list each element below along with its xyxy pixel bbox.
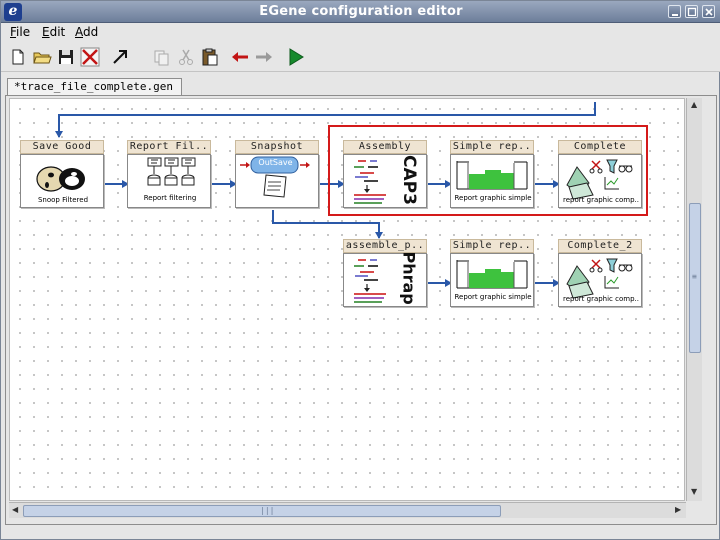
edge-snapshot-to-assemble-p xyxy=(272,210,383,239)
minimize-icon xyxy=(672,14,678,16)
back-arrow-icon xyxy=(232,52,248,62)
paste-icon xyxy=(202,48,218,66)
forward-button[interactable] xyxy=(253,46,275,68)
menu-bar: File Edit Add xyxy=(1,23,720,42)
minimize-button[interactable] xyxy=(668,5,681,18)
node-report-filtering-label: Report Fil.. xyxy=(127,140,211,154)
node-simple-rep-1-caption: Report graphic simple xyxy=(454,194,532,202)
save-button[interactable] xyxy=(55,46,77,68)
window-title: EGene configuration editor xyxy=(259,4,463,19)
menu-file[interactable]: File xyxy=(10,25,30,39)
run-icon xyxy=(289,48,304,66)
assemble-p-side-text: Phrap xyxy=(399,251,419,305)
node-simple-rep-1-body: Report graphic simple xyxy=(450,154,534,208)
title-bar[interactable]: e EGene configuration editor xyxy=(1,1,720,23)
node-complete-2-caption: report graphic comp.. xyxy=(563,295,639,303)
node-complete-2-body: report graphic comp.. xyxy=(558,253,642,307)
cut-button[interactable] xyxy=(175,46,197,68)
menu-add-rest: dd xyxy=(83,25,99,39)
run-button[interactable] xyxy=(285,46,307,68)
node-report-filtering[interactable]: Report Fil.. Report filtering xyxy=(127,140,211,210)
node-assemble-p-body: Phrap xyxy=(343,251,427,307)
node-simple-rep-2-label: Simple rep.. xyxy=(450,239,534,253)
node-assembly-body: CAP3 xyxy=(343,154,427,208)
connect-button[interactable] xyxy=(109,46,131,68)
delete-icon xyxy=(80,47,100,67)
node-simple-rep-2[interactable]: Simple rep.. Report graphic simple xyxy=(450,239,534,309)
cut-icon xyxy=(179,49,193,65)
node-assemble-p[interactable]: assemble_p.. Phrap xyxy=(343,239,427,309)
node-save-good-label: Save Good xyxy=(20,140,104,154)
grip-icon: ≡ xyxy=(692,272,697,281)
close-icon xyxy=(705,8,713,16)
node-snapshot-label: Snapshot xyxy=(235,140,319,154)
workflow-canvas[interactable]: Save Good Snoop Filtered Report Fil.. Re… xyxy=(9,98,685,501)
node-complete-2-label: Complete_2 xyxy=(558,239,642,253)
tab-trace-file[interactable]: *trace_file_complete.gen xyxy=(7,78,182,96)
scroll-left-icon[interactable]: ◀ xyxy=(12,505,18,514)
forward-arrow-icon xyxy=(256,52,272,62)
menu-add[interactable]: Add xyxy=(75,25,98,39)
node-assembly[interactable]: Assembly CAP3 xyxy=(343,140,427,210)
horizontal-scroll-thumb[interactable]: ||| xyxy=(23,505,501,517)
snapshot-badge: OutSave xyxy=(258,158,293,167)
node-snapshot[interactable]: Snapshot OutSave xyxy=(235,140,319,210)
node-save-good[interactable]: Save Good Snoop Filtered xyxy=(20,140,104,210)
node-simple-rep-2-body: Report graphic simple xyxy=(450,253,534,307)
paste-button[interactable] xyxy=(199,46,221,68)
vertical-scrollbar[interactable]: ▲ ≡ ▼ xyxy=(686,98,702,501)
node-report-filtering-caption: Report filtering xyxy=(143,194,197,202)
delete-button[interactable] xyxy=(79,46,101,68)
node-complete-2[interactable]: Complete_2 report graphic comp.. xyxy=(558,239,642,309)
node-simple-rep-2-caption: Report graphic simple xyxy=(454,293,532,301)
menu-edit-rest: dit xyxy=(49,25,66,39)
assembly-side-text: CAP3 xyxy=(399,155,419,205)
close-button[interactable] xyxy=(702,5,715,18)
node-save-good-body: Snoop Filtered xyxy=(20,154,104,208)
new-file-button[interactable] xyxy=(7,46,29,68)
connect-arrow-icon xyxy=(113,50,127,64)
copy-icon xyxy=(154,50,169,66)
node-report-filtering-body: Report filtering xyxy=(127,154,211,208)
node-simple-rep-1-label: Simple rep.. xyxy=(450,140,534,154)
node-complete-body: report graphic comp.. xyxy=(558,154,642,208)
node-complete-caption: report graphic comp.. xyxy=(563,196,639,204)
vertical-scroll-thumb[interactable]: ≡ xyxy=(689,203,701,353)
node-complete[interactable]: Complete report graphic comp.. xyxy=(558,140,642,210)
save-icon xyxy=(59,50,73,64)
copy-button[interactable] xyxy=(151,46,173,68)
node-assembly-label: Assembly xyxy=(343,140,427,154)
toolbar xyxy=(1,42,720,72)
scroll-right-icon[interactable]: ▶ xyxy=(675,505,681,514)
menu-edit[interactable]: Edit xyxy=(42,25,65,39)
maximize-button[interactable] xyxy=(685,5,698,18)
grip-icon: ||| xyxy=(260,506,275,515)
menu-file-rest: ile xyxy=(16,25,31,39)
horizontal-scrollbar[interactable]: ◀ ||| ▶ xyxy=(9,502,686,518)
scroll-down-icon[interactable]: ▼ xyxy=(691,487,697,496)
app-window: e EGene configuration editor File Edit A… xyxy=(0,0,720,540)
open-folder-icon xyxy=(33,52,52,64)
menu-edit-mnemonic: E xyxy=(42,25,50,39)
tab-strip: *trace_file_complete.gen xyxy=(1,72,720,96)
menu-add-mnemonic: A xyxy=(75,25,83,39)
open-button[interactable] xyxy=(31,46,53,68)
back-button[interactable] xyxy=(229,46,251,68)
maximize-icon xyxy=(687,7,697,17)
edge-input-to-save-good xyxy=(55,102,596,138)
node-simple-rep-1[interactable]: Simple rep.. Report graphic simple xyxy=(450,140,534,210)
node-snapshot-body: OutSave xyxy=(235,154,319,208)
new-file-icon xyxy=(12,49,24,65)
node-complete-label: Complete xyxy=(558,140,642,154)
node-save-good-caption: Snoop Filtered xyxy=(37,196,89,204)
scroll-up-icon[interactable]: ▲ xyxy=(691,100,697,109)
